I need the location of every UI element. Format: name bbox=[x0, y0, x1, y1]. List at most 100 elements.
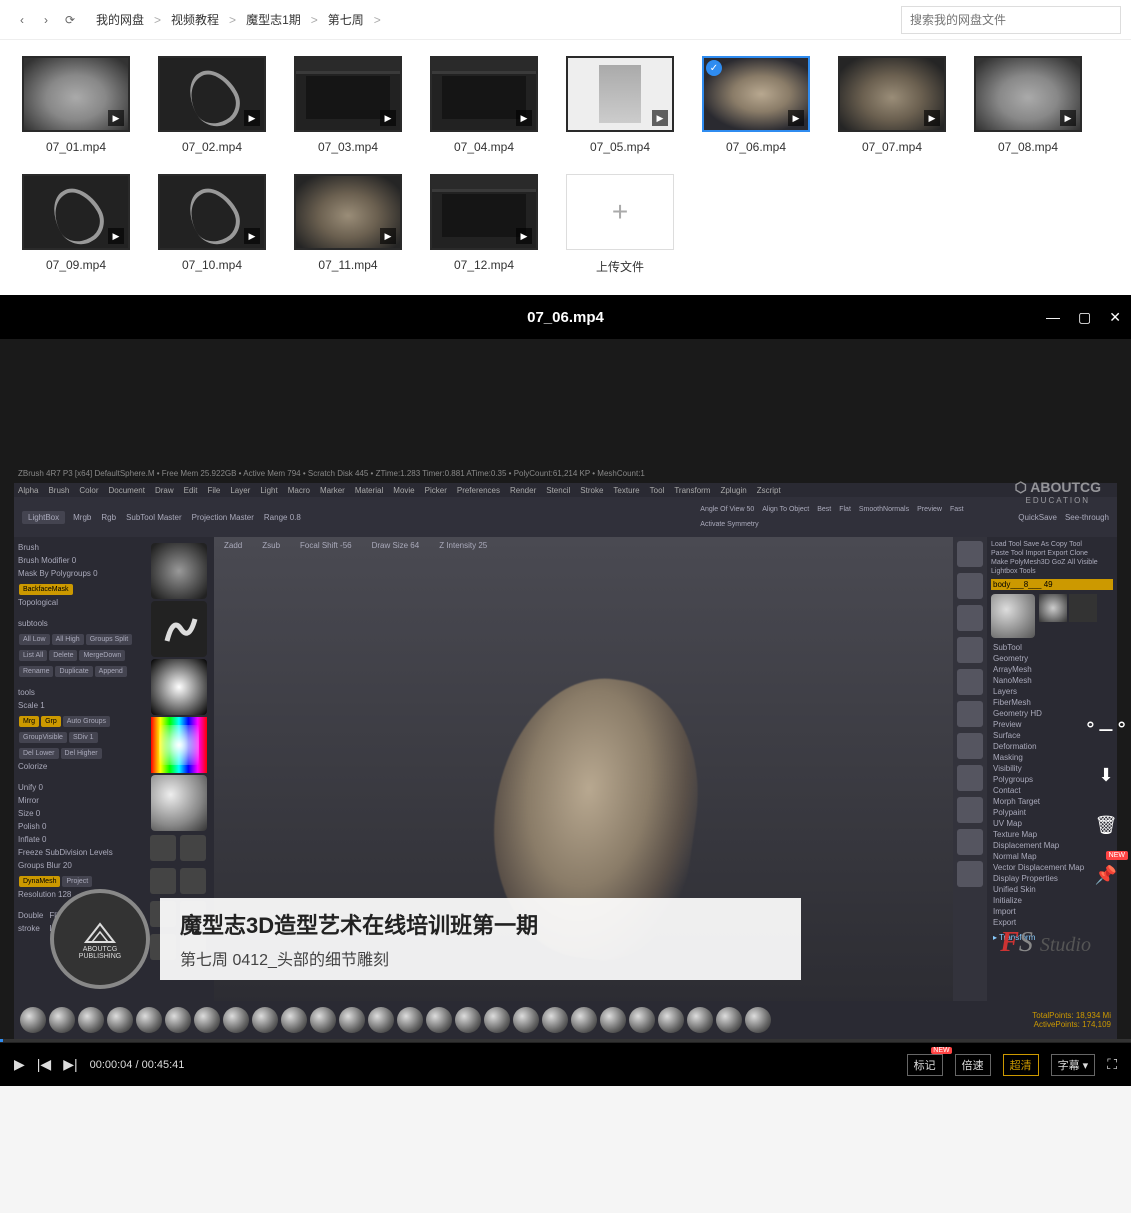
header-item: Best bbox=[817, 506, 831, 513]
file-item[interactable]: ✓▶ 07_06.mp4 bbox=[692, 56, 820, 154]
tool-icon bbox=[957, 541, 983, 567]
material-ball bbox=[629, 1007, 655, 1033]
file-item[interactable]: ▶07_08.mp4 bbox=[964, 56, 1092, 154]
crumb[interactable]: 第七周 bbox=[324, 11, 368, 28]
fullscreen-icon[interactable]: ⛶ bbox=[1107, 1056, 1117, 1073]
nav-refresh[interactable]: ⟳ bbox=[58, 8, 82, 32]
progress-bar[interactable] bbox=[0, 1039, 1131, 1042]
play-icon[interactable]: ▶ bbox=[14, 1056, 25, 1073]
next-icon[interactable]: ▶| bbox=[63, 1056, 77, 1073]
menu-item: Preferences bbox=[457, 486, 500, 495]
menu-item: Alpha bbox=[18, 486, 38, 495]
header-item: Mrgb bbox=[73, 513, 91, 522]
thumbnail: ✓▶ bbox=[702, 56, 810, 132]
logo-text-bottom: PUBLISHING bbox=[79, 953, 121, 960]
file-item[interactable]: ▶07_03.mp4 bbox=[284, 56, 412, 154]
subtitle-button[interactable]: 字幕 ▾ bbox=[1051, 1054, 1096, 1076]
material-ball bbox=[513, 1007, 539, 1033]
thumbnail: ▶ bbox=[158, 174, 266, 250]
search-input[interactable] bbox=[901, 6, 1121, 34]
tool-icon bbox=[957, 573, 983, 599]
tool-icon bbox=[957, 701, 983, 727]
speed-button[interactable]: 倍速 bbox=[955, 1054, 991, 1076]
crumb[interactable]: 魔型志1期 bbox=[242, 11, 305, 28]
nav-back[interactable]: ‹ bbox=[10, 8, 34, 32]
mirror-label: Mirror bbox=[18, 794, 140, 807]
material-ball bbox=[426, 1007, 452, 1033]
slider-label: Zadd bbox=[224, 541, 242, 550]
player-controls: ▶ |◀ ▶| 00:00:04 / 00:45:41 标记NEW 倍速 超清 … bbox=[0, 1042, 1131, 1086]
file-item[interactable]: ▶07_12.mp4 bbox=[420, 174, 548, 275]
menu-item: Tool bbox=[650, 486, 665, 495]
file-item[interactable]: ▶07_07.mp4 bbox=[828, 56, 956, 154]
material-ball bbox=[397, 1007, 423, 1033]
file-name: 07_09.mp4 bbox=[12, 258, 140, 272]
tool-icon bbox=[957, 669, 983, 695]
topological-label: Topological bbox=[18, 596, 140, 609]
tool-icon bbox=[957, 829, 983, 855]
file-name: 07_04.mp4 bbox=[420, 140, 548, 154]
lightbox-button: LightBox bbox=[22, 511, 65, 524]
active-tool: body___8___ 49 bbox=[991, 579, 1113, 590]
slider-label: Draw Size 64 bbox=[372, 541, 420, 550]
crumb-sep: > bbox=[223, 13, 242, 27]
file-item[interactable]: ▶07_04.mp4 bbox=[420, 56, 548, 154]
thumbnail: ▶ bbox=[566, 56, 674, 132]
play-overlay-icon: ▶ bbox=[1060, 110, 1076, 126]
nav-forward[interactable]: › bbox=[34, 8, 58, 32]
upload-button[interactable]: +上传文件 bbox=[556, 174, 684, 275]
menu-item: Color bbox=[79, 486, 98, 495]
mark-button[interactable]: 标记NEW bbox=[907, 1054, 943, 1076]
download-icon[interactable]: ⬇ bbox=[1090, 759, 1122, 791]
file-item[interactable]: ▶ 07_10.mp4 bbox=[148, 174, 276, 275]
panel-button: Mrg bbox=[19, 716, 39, 727]
material-ball bbox=[745, 1007, 771, 1033]
header-item: Range 0.8 bbox=[264, 513, 301, 522]
freeze-label: Freeze SubDivision Levels bbox=[18, 846, 140, 859]
material-ball bbox=[687, 1007, 713, 1033]
minimize-icon[interactable]: — bbox=[1046, 309, 1060, 326]
material-ball bbox=[20, 1007, 46, 1033]
pin-icon[interactable]: 📌NEW bbox=[1090, 859, 1122, 891]
file-item[interactable]: ▶07_11.mp4 bbox=[284, 174, 412, 275]
material-ball bbox=[339, 1007, 365, 1033]
menu-item: Brush bbox=[48, 486, 69, 495]
share-icon[interactable]: ⚬⚊⚬ bbox=[1090, 709, 1122, 741]
backfacemask-button: BackfaceMask bbox=[19, 584, 73, 595]
menu-item: File bbox=[207, 486, 220, 495]
file-item[interactable]: ▶07_01.mp4 bbox=[12, 56, 140, 154]
video-player: 07_06.mp4 — ▢ ✕ ZBrush 4R7 P3 [x64] Defa… bbox=[0, 295, 1131, 1086]
prev-icon[interactable]: |◀ bbox=[37, 1056, 51, 1073]
crumb[interactable]: 视频教程 bbox=[167, 11, 223, 28]
file-name: 07_10.mp4 bbox=[148, 258, 276, 272]
file-name: 07_05.mp4 bbox=[556, 140, 684, 154]
material-ball bbox=[194, 1007, 220, 1033]
close-icon[interactable]: ✕ bbox=[1109, 309, 1121, 326]
material-ball bbox=[368, 1007, 394, 1033]
menu-item: Edit bbox=[184, 486, 198, 495]
header-item: Flat bbox=[839, 506, 851, 513]
file-item[interactable]: ▶07_09.mp4 bbox=[12, 174, 140, 275]
menu-item: Movie bbox=[393, 486, 414, 495]
menu-item: Picker bbox=[425, 486, 447, 495]
material-ball bbox=[252, 1007, 278, 1033]
unify-label: Unify 0 bbox=[18, 781, 140, 794]
watermark: ⬡ ABOUTCG EDUCATION bbox=[1015, 479, 1101, 505]
material-ball bbox=[107, 1007, 133, 1033]
tool-icon bbox=[957, 605, 983, 631]
breadcrumb: 我的网盘>视频教程>魔型志1期>第七周> bbox=[92, 11, 901, 28]
video-area[interactable]: ZBrush 4R7 P3 [x64] DefaultSphere.M • Fr… bbox=[0, 339, 1131, 1039]
file-item[interactable]: ▶ 07_05.mp4 bbox=[556, 56, 684, 154]
file-name: 07_06.mp4 bbox=[692, 140, 820, 154]
panel-button: Lightbox Tools bbox=[991, 568, 1036, 575]
file-item[interactable]: ▶07_02.mp4 bbox=[148, 56, 276, 154]
brush-modifier: Brush Modifier 0 bbox=[18, 554, 140, 567]
material-ball bbox=[542, 1007, 568, 1033]
scale-label: Scale 1 bbox=[18, 699, 140, 712]
delete-icon[interactable]: 🗑 bbox=[1090, 809, 1122, 841]
panel-button: Paste Tool bbox=[991, 550, 1024, 557]
crumb[interactable]: 我的网盘 bbox=[92, 11, 148, 28]
quality-button[interactable]: 超清 bbox=[1003, 1054, 1039, 1076]
maximize-icon[interactable]: ▢ bbox=[1078, 309, 1091, 326]
header-item: Projection Master bbox=[192, 513, 254, 522]
